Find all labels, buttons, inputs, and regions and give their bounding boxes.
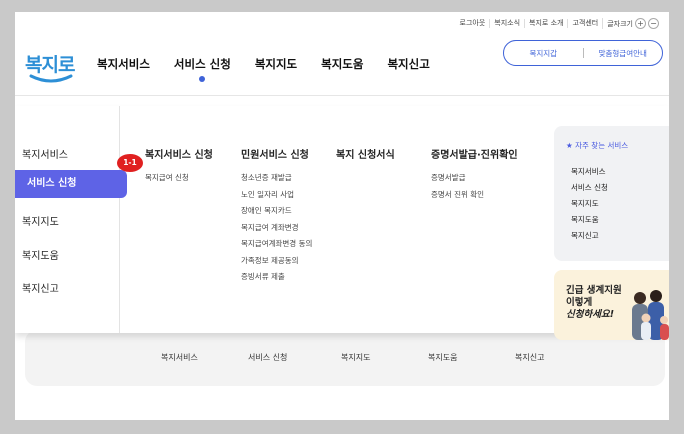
quick-item-service-apply[interactable]: 서비스 신청 [248, 352, 287, 363]
about-link[interactable]: 복지로 소개 [524, 19, 567, 28]
promo-line-3: 신청하세요! [566, 309, 615, 320]
mega-link[interactable]: 청소년증 재발급 [241, 170, 312, 187]
mega-col-civil-apply: 민원서비스 신청 청소년증 재발급 노인 일자리 사업 장애인 복지카드 복지급… [241, 146, 312, 286]
welfare-wallet-link[interactable]: 복지지갑 [504, 48, 583, 59]
gnb-item-welfare-help[interactable]: 복지도움 [321, 56, 363, 72]
font-increase-button[interactable]: + [635, 18, 646, 29]
mega-nav-welfare-help[interactable]: 복지도움 [22, 247, 59, 262]
quick-item-welfare-help[interactable]: 복지도움 [428, 352, 457, 363]
mega-col-certificates: 증명서발급·진위확인 증명서발급 증명서 진위 확인 [431, 146, 518, 203]
header-divider [15, 95, 669, 96]
mega-link[interactable]: 가족정보 제공동의 [241, 253, 312, 270]
gnb-item-welfare-map[interactable]: 복지지도 [255, 56, 297, 72]
font-size-text: 글자크기 [607, 20, 633, 28]
mega-link[interactable]: 복지급여 신청 [145, 170, 213, 187]
gnb-item-welfare-report[interactable]: 복지신고 [387, 56, 429, 72]
customer-center-link[interactable]: 고객센터 [567, 19, 602, 28]
favorite-item[interactable]: 서비스 신청 [571, 182, 608, 193]
favorite-title-text: 자주 찾는 서비스 [575, 141, 629, 150]
gnb-item-service-apply[interactable]: 서비스 신청 [174, 56, 231, 82]
mega-col-head[interactable]: 복지서비스 신청 [145, 146, 213, 161]
font-decrease-button[interactable]: − [648, 18, 659, 29]
family-illustration-icon [632, 290, 669, 340]
logo-smile-icon [29, 74, 73, 83]
mega-col-head[interactable]: 복지 신청서식 [336, 146, 395, 161]
mega-link[interactable]: 증명서 진위 확인 [431, 187, 518, 204]
gnb-item-welfare-service[interactable]: 복지서비스 [97, 56, 150, 72]
mega-nav-welfare-service[interactable]: 복지서비스 [22, 146, 68, 161]
favorite-item[interactable]: 복지도움 [571, 214, 599, 225]
utility-bar: 로그아웃 복지소식 복지로 소개 고객센터 글자크기 + − [456, 18, 664, 29]
favorite-item[interactable]: 복지신고 [571, 230, 599, 241]
mega-link[interactable]: 증빙서류 제출 [241, 269, 312, 286]
star-icon: ★ [566, 141, 573, 150]
mega-link[interactable]: 노인 일자리 사업 [241, 187, 312, 204]
mega-col-forms: 복지 신청서식 [336, 146, 395, 170]
favorite-item[interactable]: 복지서비스 [571, 166, 606, 177]
quick-item-welfare-map[interactable]: 복지지도 [341, 352, 370, 363]
mega-link[interactable]: 장애인 복지카드 [241, 203, 312, 220]
quick-pill: 복지지갑 맞춤형급여안내 [503, 40, 663, 66]
quick-item-welfare-service[interactable]: 복지서비스 [161, 352, 198, 363]
logout-link[interactable]: 로그아웃 [456, 19, 490, 28]
page-frame: 로그아웃 복지소식 복지로 소개 고객센터 글자크기 + − 복지로 복지서비스 서… [15, 12, 669, 420]
mega-link[interactable]: 복지급여 계좌변경 [241, 220, 312, 237]
favorite-services-panel: ★ 자주 찾는 서비스 복지서비스 서비스 신청 복지지도 복지도움 복지신고 [554, 126, 669, 261]
mega-col-welfare-apply: 복지서비스 신청 복지급여 신청 [145, 146, 213, 187]
favorite-item[interactable]: 복지지도 [571, 198, 599, 209]
favorite-services-title: ★ 자주 찾는 서비스 [566, 140, 628, 151]
welfare-news-link[interactable]: 복지소식 [489, 19, 524, 28]
mega-nav-welfare-map[interactable]: 복지지도 [22, 213, 59, 228]
mega-nav-service-apply[interactable]: 서비스 신청 [15, 170, 127, 198]
custom-benefit-link[interactable]: 맞춤형급여안내 [584, 48, 663, 59]
mega-col-head[interactable]: 민원서비스 신청 [241, 146, 312, 161]
main-nav: 복지서비스 서비스 신청 복지지도 복지도움 복지신고 [97, 56, 454, 82]
logo-text: 복지로 [25, 54, 75, 76]
mega-link[interactable]: 증명서발급 [431, 170, 518, 187]
mega-col-head[interactable]: 증명서발급·진위확인 [431, 146, 518, 161]
site-logo[interactable]: 복지로 [25, 50, 77, 86]
step-badge: 1-1 [117, 154, 143, 172]
quick-item-welfare-report[interactable]: 복지신고 [515, 352, 544, 363]
mega-link[interactable]: 복지급여계좌변경 동의 [241, 236, 312, 253]
font-size-label: 글자크기 + − [602, 18, 663, 29]
mega-nav-welfare-report[interactable]: 복지신고 [22, 280, 59, 295]
mega-menu: 복지서비스 서비스 신청 복지지도 복지도움 복지신고 1-1 복지서비스 신청… [15, 106, 669, 340]
emergency-support-banner[interactable]: 긴급 생계지원 이렇게 신청하세요! [554, 270, 669, 340]
